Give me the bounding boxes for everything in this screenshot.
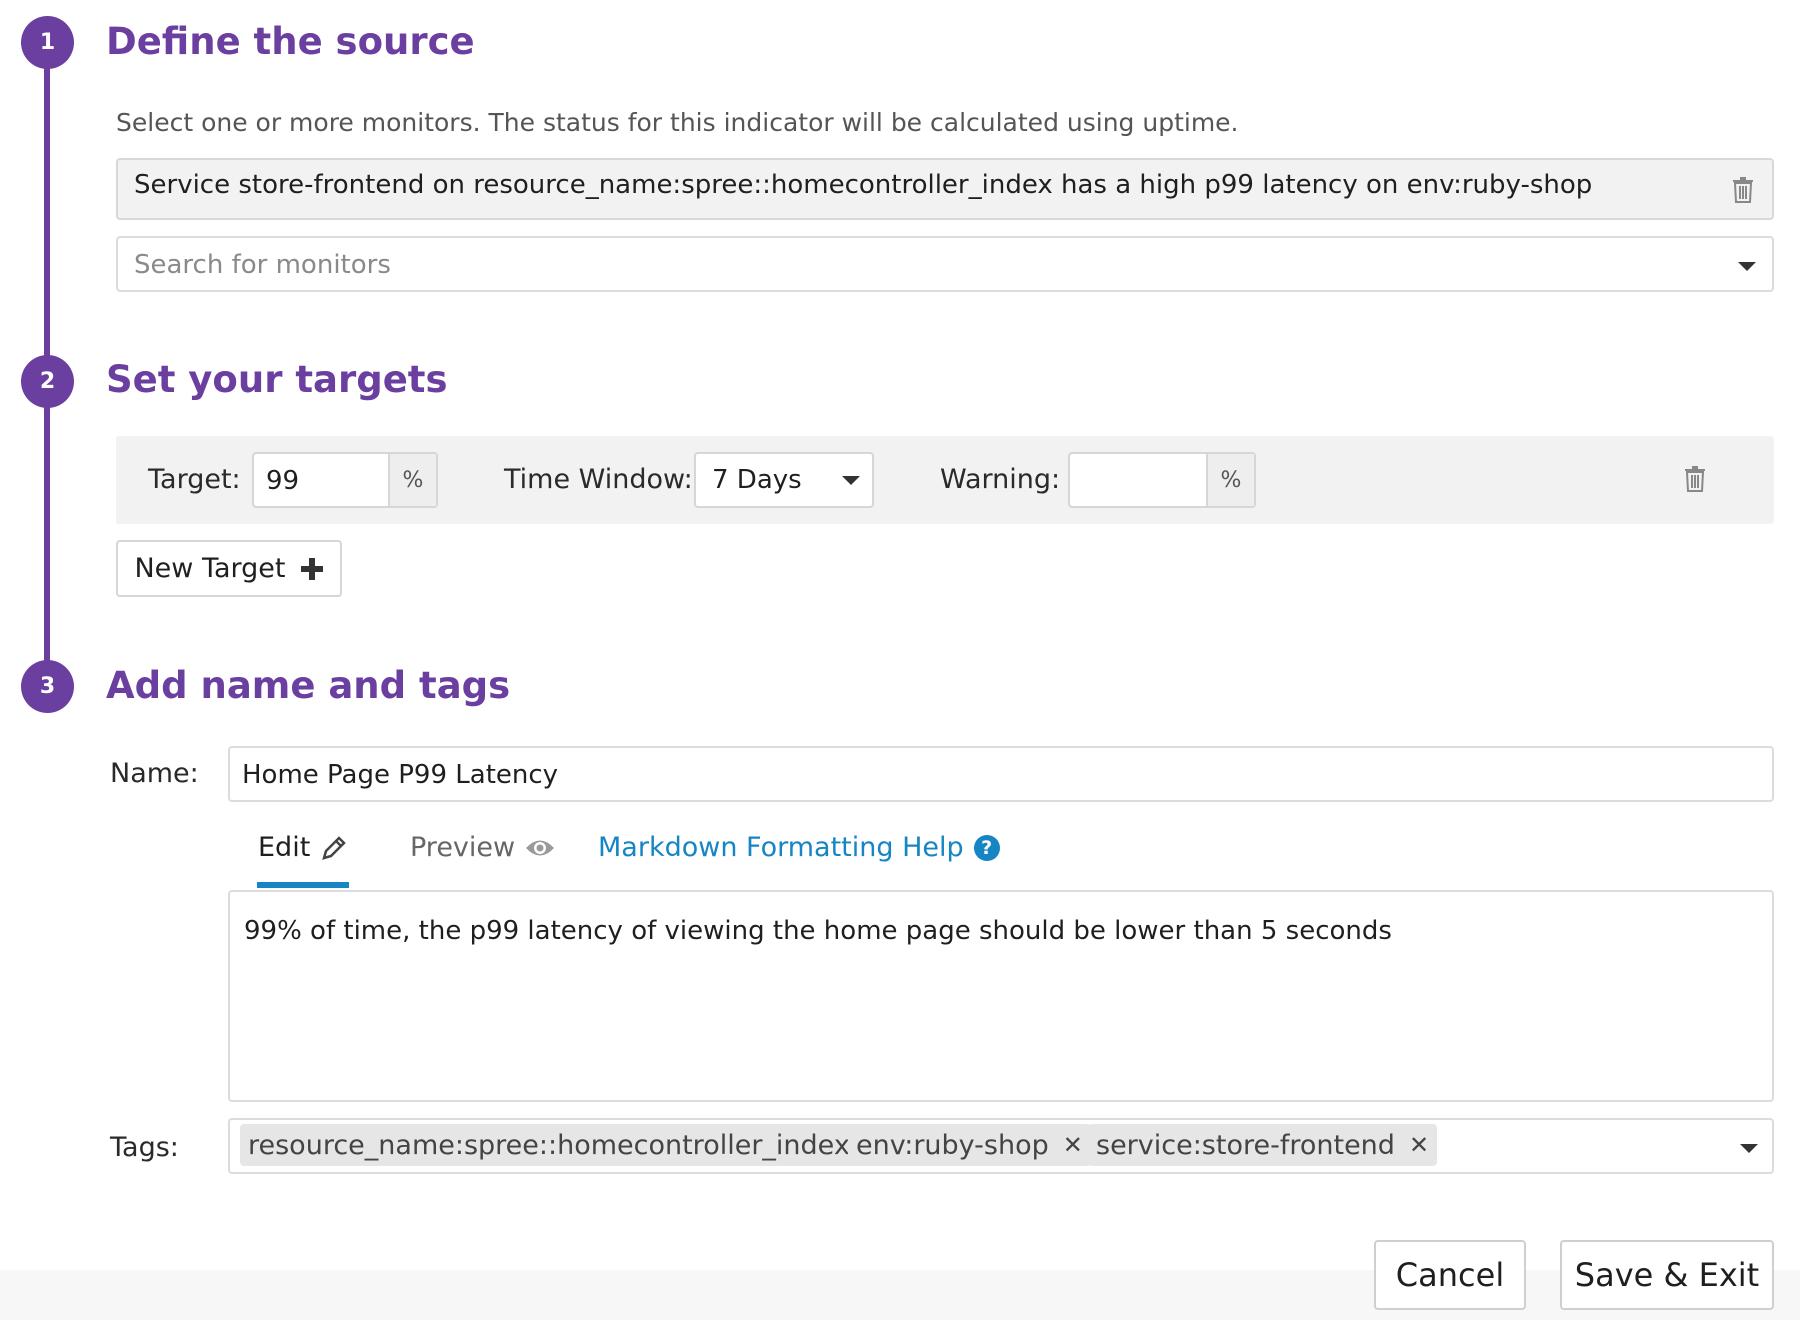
tab-preview[interactable]: Preview <box>410 832 555 863</box>
new-target-button[interactable]: New Target <box>116 540 342 597</box>
description-value: 99% of time, the p99 latency of viewing … <box>244 916 1392 946</box>
step-3-title: Add name and tags <box>106 664 511 707</box>
selected-monitor-text: Service store-frontend on resource_name:… <box>134 170 1593 200</box>
eye-icon <box>526 840 555 855</box>
selected-monitor: Service store-frontend on resource_name:… <box>116 158 1774 220</box>
target-value[interactable]: 99 <box>254 454 388 506</box>
tag-chip: service:store-frontend ✕ <box>1088 1124 1438 1166</box>
time-window-select[interactable]: 7 Days <box>694 452 874 508</box>
step-1-title: Define the source <box>106 20 475 63</box>
monitor-search-placeholder: Search for monitors <box>134 250 391 280</box>
cancel-button[interactable]: Cancel <box>1374 1240 1526 1310</box>
target-input[interactable]: 99 % <box>252 452 438 508</box>
tag-label: resource_name:spree::homecontroller_inde… <box>248 1129 850 1161</box>
tab-active-indicator <box>257 882 349 888</box>
chevron-down-icon[interactable] <box>1740 1144 1758 1153</box>
step-2-badge: 2 <box>21 355 74 408</box>
question-circle-icon[interactable]: ? <box>973 834 1000 861</box>
step-2-title: Set your targets <box>106 358 448 401</box>
tab-edit[interactable]: Edit <box>258 832 348 863</box>
time-window-label: Time Window: <box>504 464 693 495</box>
pencil-icon <box>322 835 347 860</box>
plus-icon <box>300 557 323 580</box>
footer-background <box>0 1270 1800 1320</box>
warning-input[interactable]: % <box>1068 452 1256 508</box>
tag-chip: resource_name:spree::homecontroller_inde… <box>240 1124 892 1166</box>
step-1-badge: 1 <box>21 16 74 69</box>
name-value: Home Page P99 Latency <box>242 760 559 790</box>
chevron-down-icon[interactable] <box>842 476 860 485</box>
tag-chip: env:ruby-shop ✕ <box>848 1124 1091 1166</box>
name-label: Name: <box>110 758 199 789</box>
warning-label: Warning: <box>940 464 1061 495</box>
close-icon[interactable]: ✕ <box>1409 1131 1429 1159</box>
markdown-help-link[interactable]: Markdown Formatting Help ? <box>598 832 1000 863</box>
tag-label: env:ruby-shop <box>856 1129 1049 1161</box>
tags-label: Tags: <box>110 1132 179 1163</box>
trash-icon[interactable] <box>1732 177 1754 203</box>
tab-edit-label: Edit <box>258 832 311 863</box>
description-textarea[interactable]: 99% of time, the p99 latency of viewing … <box>228 890 1774 1102</box>
trash-icon[interactable] <box>1684 466 1706 492</box>
target-row: Target: 99 % Time Window: 7 Days Warning… <box>116 436 1774 524</box>
name-input[interactable]: Home Page P99 Latency <box>228 746 1774 802</box>
time-window-value: 7 Days <box>712 465 802 495</box>
tag-label: service:store-frontend <box>1096 1129 1395 1161</box>
warning-unit: % <box>1206 454 1254 506</box>
step-3-badge: 3 <box>21 660 74 713</box>
new-target-label: New Target <box>134 553 286 584</box>
source-description: Select one or more monitors. The status … <box>116 108 1239 137</box>
markdown-help-label: Markdown Formatting Help <box>598 832 964 863</box>
save-exit-button[interactable]: Save & Exit <box>1560 1240 1774 1310</box>
tab-preview-label: Preview <box>410 832 516 863</box>
chevron-down-icon[interactable] <box>1738 262 1756 271</box>
warning-value[interactable] <box>1070 454 1206 506</box>
monitor-search-input[interactable]: Search for monitors <box>116 236 1774 292</box>
target-label: Target: <box>148 464 241 495</box>
target-unit: % <box>388 454 436 506</box>
close-icon[interactable]: ✕ <box>1063 1131 1083 1159</box>
